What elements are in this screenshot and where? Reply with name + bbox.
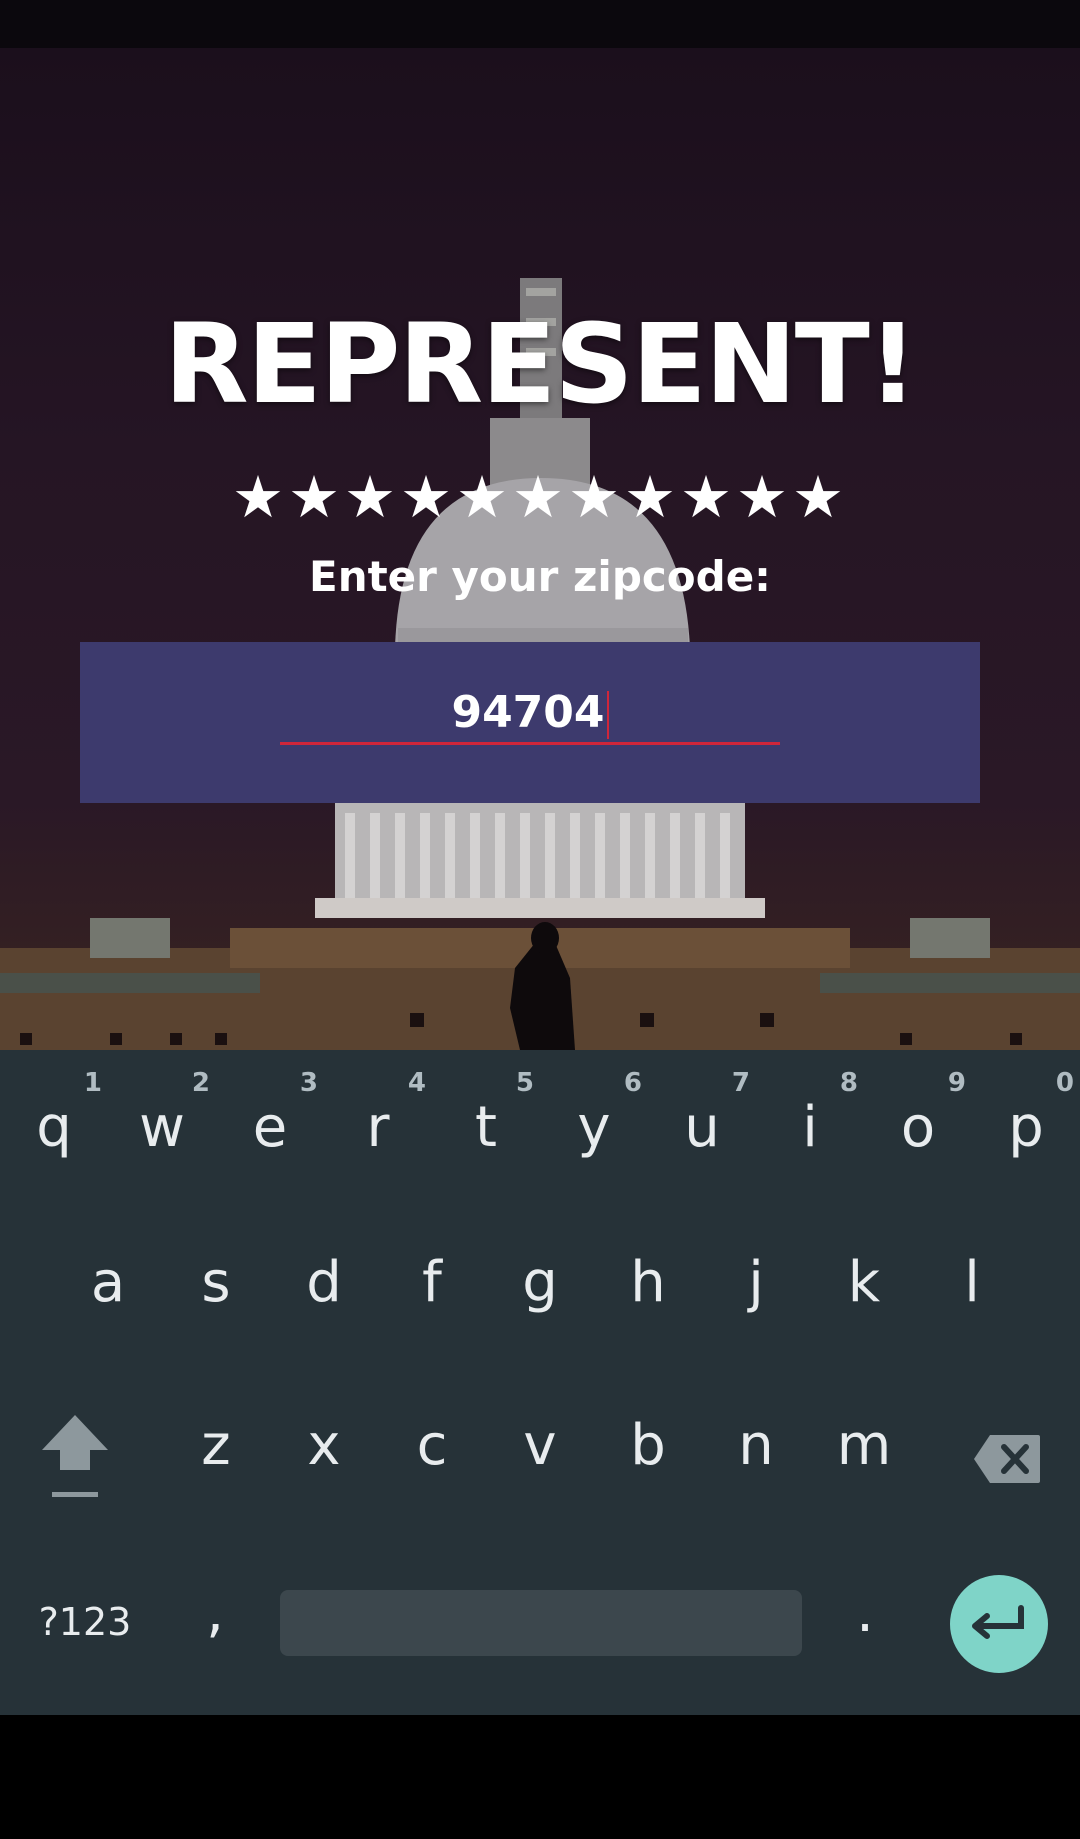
key-x[interactable]: x — [270, 1385, 378, 1535]
text-cursor — [606, 691, 609, 739]
enter-key[interactable] — [950, 1575, 1048, 1673]
zipcode-input[interactable]: 94704 — [280, 682, 780, 745]
key-u[interactable]: 7u — [648, 1050, 756, 1210]
enter-icon — [972, 1605, 1024, 1639]
key-c[interactable]: c — [378, 1385, 486, 1535]
key-p[interactable]: 0p — [972, 1050, 1080, 1210]
input-underline — [280, 742, 780, 745]
key-i[interactable]: 8i — [756, 1050, 864, 1210]
key-f[interactable]: f — [378, 1220, 486, 1370]
key-q[interactable]: 1q — [0, 1050, 108, 1210]
key-j[interactable]: j — [702, 1220, 810, 1370]
key-g[interactable]: g — [486, 1220, 594, 1370]
backspace-icon — [974, 1435, 1040, 1483]
key-y[interactable]: 6y — [540, 1050, 648, 1210]
key-z[interactable]: z — [162, 1385, 270, 1535]
status-bar — [0, 0, 1080, 48]
stars-decoration: ★★★★★★★★★★★ — [232, 463, 848, 531]
period-key[interactable]: . — [815, 1560, 915, 1690]
key-a[interactable]: a — [54, 1220, 162, 1370]
key-b[interactable]: b — [594, 1385, 702, 1535]
zipcode-prompt: Enter your zipcode: — [309, 552, 771, 601]
shift-icon — [42, 1415, 108, 1497]
zipcode-value: 94704 — [451, 687, 605, 738]
key-m[interactable]: m — [810, 1385, 918, 1535]
key-k[interactable]: k — [810, 1220, 918, 1370]
space-key[interactable] — [280, 1590, 802, 1656]
key-e[interactable]: 3e — [216, 1050, 324, 1210]
app-title: REPRESENT! — [164, 300, 918, 428]
key-s[interactable]: s — [162, 1220, 270, 1370]
key-o[interactable]: 9o — [864, 1050, 972, 1210]
navigation-bar — [0, 1715, 1080, 1839]
key-d[interactable]: d — [270, 1220, 378, 1370]
key-v[interactable]: v — [486, 1385, 594, 1535]
symbols-key[interactable]: ?123 — [20, 1560, 150, 1690]
key-h[interactable]: h — [594, 1220, 702, 1370]
key-w[interactable]: 2w — [108, 1050, 216, 1210]
comma-key[interactable]: , — [165, 1560, 265, 1690]
backspace-key[interactable] — [960, 1385, 1068, 1535]
key-t[interactable]: 5t — [432, 1050, 540, 1210]
key-l[interactable]: l — [918, 1220, 1026, 1370]
soft-keyboard: 1q 2w 3e 4r 5t 6y 7u 8i 9o 0p a s d f g … — [0, 1050, 1080, 1715]
capitol-background: REPRESENT! ★★★★★★★★★★★ Enter your zipcod… — [0, 48, 1080, 1050]
key-n[interactable]: n — [702, 1385, 810, 1535]
key-r[interactable]: 4r — [324, 1050, 432, 1210]
shift-key[interactable] — [20, 1385, 128, 1535]
